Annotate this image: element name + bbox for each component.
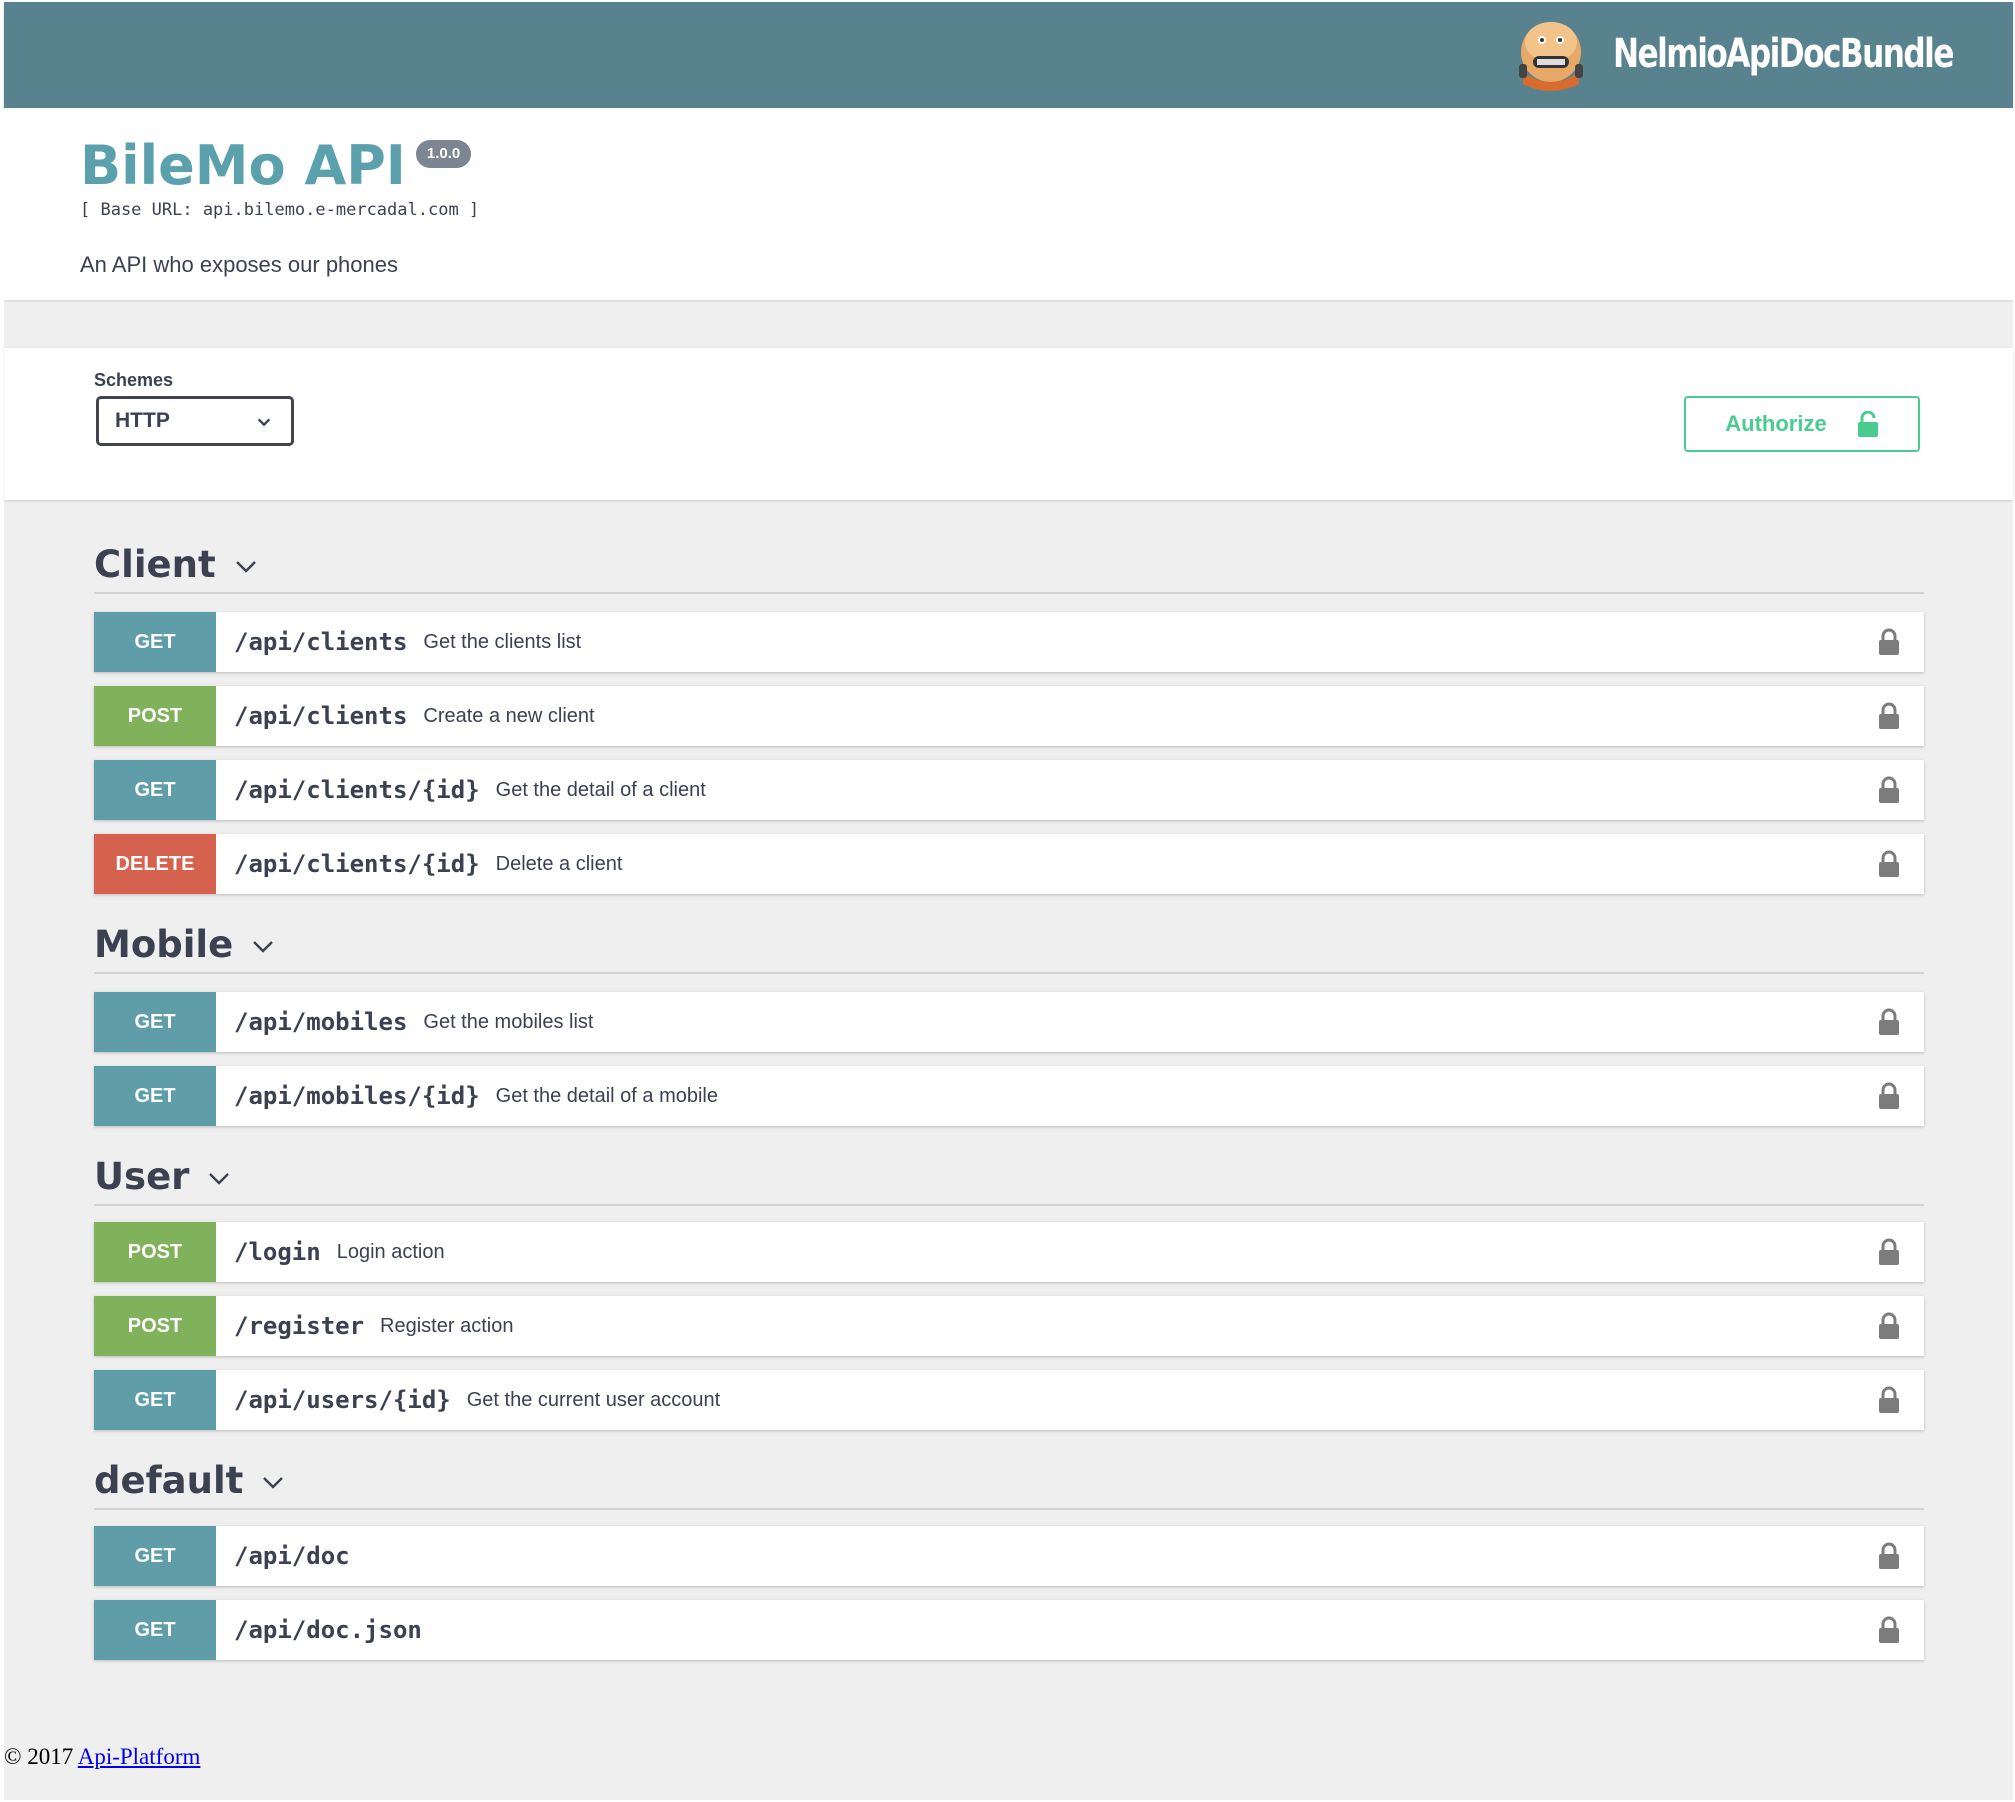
unlock-icon <box>1857 411 1878 437</box>
version-badge: 1.0.0 <box>415 140 472 168</box>
top-bar: NelmioApiDocBundle <box>4 2 2013 108</box>
operation-delete-client[interactable]: DELETE /api/clients/{id} Delete a client <box>94 834 1924 894</box>
method-badge: POST <box>94 1222 216 1282</box>
lock-icon[interactable] <box>1878 702 1900 730</box>
chevron-down-icon <box>257 418 271 427</box>
operation-path: /register <box>234 1312 365 1340</box>
authorize-label: Authorize <box>1725 411 1827 436</box>
operation-summary: Login action <box>336 1240 445 1263</box>
method-badge: GET <box>94 612 216 672</box>
authorize-button[interactable]: Authorize <box>1684 396 1920 452</box>
operation-path: /api/clients/{id} <box>234 850 480 878</box>
operation-post-login[interactable]: POST /login Login action <box>94 1222 1924 1282</box>
operation-path: /api/doc.json <box>234 1616 422 1644</box>
section-title: Client <box>94 542 216 586</box>
api-description: An API who exposes our phones <box>80 252 398 277</box>
lock-icon[interactable] <box>1878 1312 1900 1340</box>
section-header-client[interactable]: Client <box>94 536 1924 594</box>
operation-path: /api/clients <box>234 628 408 656</box>
operation-summary: Get the detail of a client <box>495 778 706 801</box>
operation-get-clients[interactable]: GET /api/clients Get the clients list <box>94 612 1924 672</box>
operation-path: /api/clients <box>234 702 408 730</box>
api-platform-link[interactable]: Api-Platform <box>78 1744 201 1769</box>
operation-path: /login <box>234 1238 321 1266</box>
operation-get-client-detail[interactable]: GET /api/clients/{id} Get the detail of … <box>94 760 1924 820</box>
method-badge: GET <box>94 992 216 1052</box>
operation-get-user[interactable]: GET /api/users/{id} Get the current user… <box>94 1370 1924 1430</box>
operation-get-mobile-detail[interactable]: GET /api/mobiles/{id} Get the detail of … <box>94 1066 1924 1126</box>
lock-icon[interactable] <box>1878 776 1900 804</box>
operation-summary: Register action <box>380 1314 514 1337</box>
chevron-down-icon <box>263 1477 284 1489</box>
schemes-select[interactable]: HTTP <box>96 396 294 446</box>
operation-summary: Get the clients list <box>423 630 582 653</box>
operation-path: /api/doc <box>234 1542 350 1570</box>
method-badge: DELETE <box>94 834 216 894</box>
operation-summary: Get the detail of a mobile <box>495 1084 718 1107</box>
brand-name: NelmioApiDocBundle <box>1613 31 1954 77</box>
scheme-container: Schemes HTTP Authorize <box>4 348 2013 500</box>
operation-get-api-doc[interactable]: GET /api/doc <box>94 1526 1924 1586</box>
operation-path: /api/mobiles/{id} <box>234 1082 480 1110</box>
swagger-page: NelmioApiDocBundle BileMo API 1.0.0 [ Ba… <box>4 2 2013 1800</box>
operation-get-mobiles[interactable]: GET /api/mobiles Get the mobiles list <box>94 992 1924 1052</box>
operation-summary: Delete a client <box>495 852 623 875</box>
section-header-mobile[interactable]: Mobile <box>94 916 1924 974</box>
lock-icon[interactable] <box>1878 1238 1900 1266</box>
section-header-user[interactable]: User <box>94 1148 1924 1206</box>
lock-icon[interactable] <box>1878 628 1900 656</box>
operation-post-register[interactable]: POST /register Register action <box>94 1296 1924 1356</box>
footer: © 2017 Api-Platform <box>4 1744 200 1770</box>
chevron-down-icon <box>235 561 256 573</box>
lock-icon[interactable] <box>1878 1082 1900 1110</box>
operation-path: /api/mobiles <box>234 1008 408 1036</box>
lock-icon[interactable] <box>1878 850 1900 878</box>
method-badge: GET <box>94 1600 216 1660</box>
method-badge: POST <box>94 1296 216 1356</box>
base-url: [ Base URL: api.bilemo.e-mercadal.com ] <box>80 200 480 220</box>
operation-summary: Get the mobiles list <box>423 1010 594 1033</box>
section-title: User <box>94 1154 190 1198</box>
operation-post-clients[interactable]: POST /api/clients Create a new client <box>94 686 1924 746</box>
schemes-label: Schemes <box>94 370 174 390</box>
copyright-text: © 2017 <box>4 1744 78 1769</box>
operation-path: /api/clients/{id} <box>234 776 480 804</box>
method-badge: GET <box>94 1066 216 1126</box>
lock-icon[interactable] <box>1878 1616 1900 1644</box>
method-badge: POST <box>94 686 216 746</box>
operation-path: /api/users/{id} <box>234 1386 451 1414</box>
operation-summary: Create a new client <box>423 704 595 727</box>
operation-get-api-doc-json[interactable]: GET /api/doc.json <box>94 1600 1924 1660</box>
lock-icon[interactable] <box>1878 1386 1900 1414</box>
api-title: BileMo API <box>80 134 406 197</box>
api-info: BileMo API 1.0.0 [ Base URL: api.bilemo.… <box>4 108 2013 302</box>
method-badge: GET <box>94 1526 216 1586</box>
title-row: BileMo API 1.0.0 <box>80 130 472 202</box>
section-title: Mobile <box>94 922 234 966</box>
chevron-down-icon <box>209 1173 230 1185</box>
method-badge: GET <box>94 760 216 820</box>
chevron-down-icon <box>253 941 274 953</box>
nelmio-robot-icon <box>1519 22 1583 91</box>
brand-link[interactable]: NelmioApiDocBundle <box>1509 12 1954 96</box>
lock-icon[interactable] <box>1878 1542 1900 1570</box>
section-header-default[interactable]: default <box>94 1452 1924 1510</box>
operation-summary: Get the current user account <box>466 1388 721 1411</box>
schemes-selected-value: HTTP <box>115 409 170 432</box>
lock-icon[interactable] <box>1878 1008 1900 1036</box>
section-title: default <box>94 1458 244 1502</box>
method-badge: GET <box>94 1370 216 1430</box>
